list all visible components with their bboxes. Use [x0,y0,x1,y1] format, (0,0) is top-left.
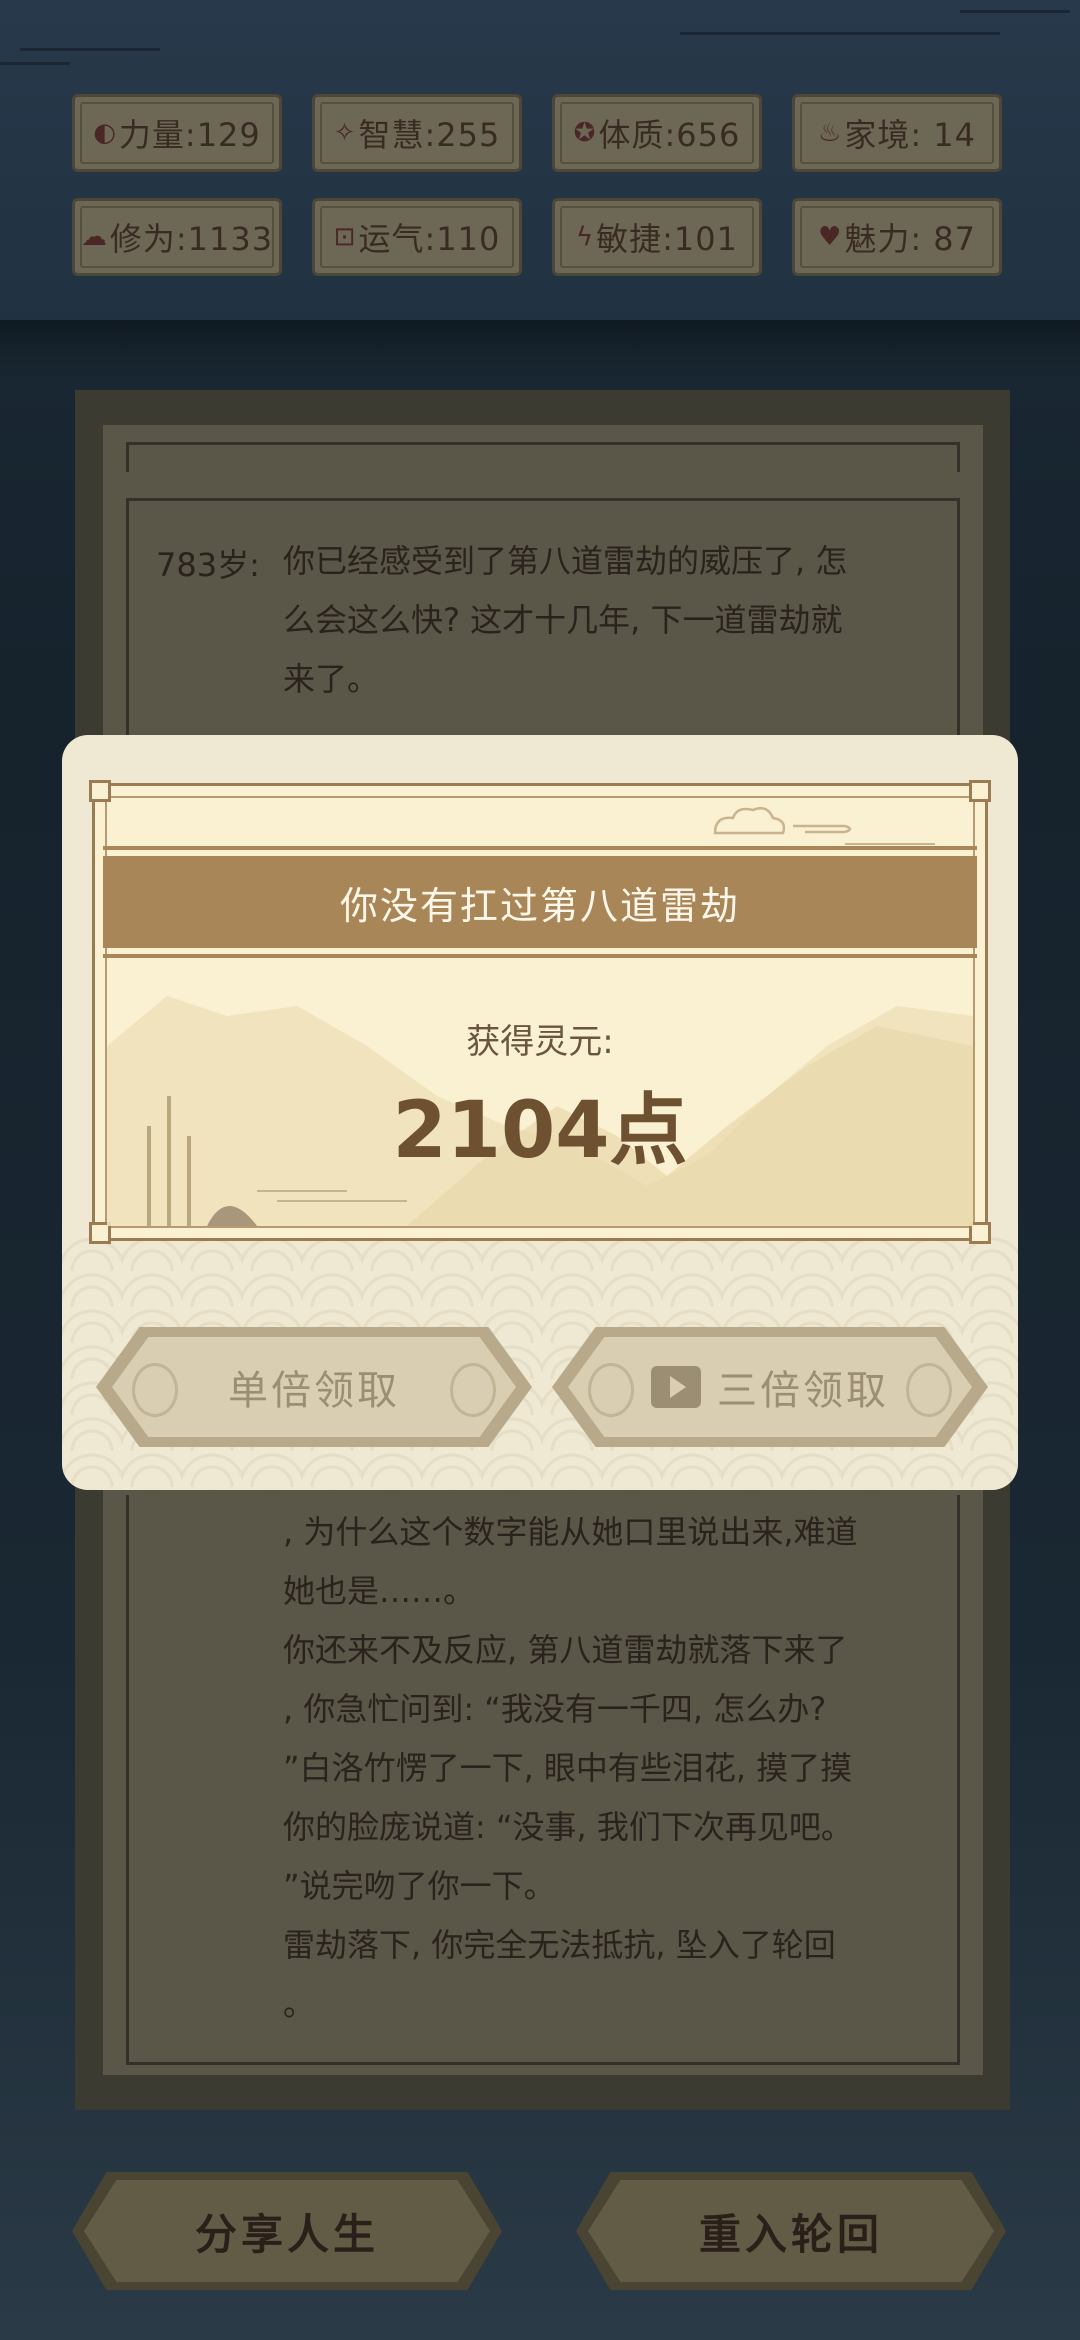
stat-charm-label: 魅力: 87 [844,220,976,258]
stat-wisdom-label: 智慧:255 [358,116,501,154]
frame-top [126,442,960,472]
corner-ornament [89,780,111,802]
story-line: , 你急忙问到: “我没有一千四, 怎么办? [283,1690,827,1728]
video-play-icon [651,1366,701,1408]
story-age: 783岁: [156,546,260,584]
share-life-button[interactable]: 分享人生 [72,2172,502,2290]
reward-value: 2104点 [392,1086,688,1176]
stat-agility: ϟ 敏捷:101 [552,198,762,276]
story-line: , 为什么这个数字能从她口里说出来,难道 [283,1513,858,1551]
stat-agility-label: 敏捷:101 [596,220,739,258]
corner-ornament [969,780,991,802]
single-claim-label: 单倍领取 [228,1368,400,1414]
reward-label: 获得灵元: [466,1022,614,1062]
dialog-title: 你没有扛过第八道雷劫 [103,846,977,958]
stat-strength: ◐ 力量:129 [72,94,282,172]
ink-divider [0,320,1080,380]
story-line: 来了。 [283,660,380,698]
stat-family-label: 家境: 14 [844,116,976,154]
story-line: 你已经感受到了第八道雷劫的威压了, 怎 [283,542,848,580]
stat-constitution-label: 体质:656 [598,116,741,154]
story-line: 她也是……。 [283,1572,476,1610]
single-claim-button[interactable]: 单倍领取 [96,1327,532,1447]
cultivation-icon: ☁ [80,222,108,252]
constitution-icon: ✪ [573,118,597,148]
charm-icon: ♥ [818,222,843,252]
strength-icon: ◐ [93,118,117,148]
stat-family: ♨ 家境: 14 [792,94,1002,172]
agility-icon: ϟ [575,222,595,252]
wisdom-icon: ✧ [333,118,357,148]
story-line: 。 [283,1985,316,2023]
cloud-ornament [713,807,935,845]
luck-icon: ⊡ [333,222,357,252]
stat-luck: ⊡ 运气:110 [312,198,522,276]
stat-cultivation-label: 修为:1133 [109,220,274,258]
decor-line [960,10,1070,13]
story-line: 你还来不及反应, 第八道雷劫就落下来了 [283,1631,848,1669]
decor-line [0,62,70,65]
result-card: 你没有扛过第八道雷劫 获得灵元: 2104点 [89,780,991,1244]
result-dialog: 你没有扛过第八道雷劫 获得灵元: 2104点 单倍领取 三倍领取 [62,735,1018,1490]
decor-line [680,32,1000,35]
stat-charm: ♥ 魅力: 87 [792,198,1002,276]
triple-claim-label: 三倍领取 [717,1368,889,1414]
stat-cultivation: ☁ 修为:1133 [72,198,282,276]
share-life-label: 分享人生 [194,2209,379,2259]
family-icon: ♨ [818,118,843,148]
stat-luck-label: 运气:110 [358,220,501,258]
reincarnate-button[interactable]: 重入轮回 [576,2172,1006,2290]
story-line: 雷劫落下, 你完全无法抵抗, 坠入了轮回 [283,1926,836,1964]
triple-claim-button[interactable]: 三倍领取 [552,1327,988,1447]
reincarnate-label: 重入轮回 [698,2209,883,2259]
stat-constitution: ✪ 体质:656 [552,94,762,172]
story-line: 么会这么快? 这才十几年, 下一道雷劫就 [283,601,843,639]
stat-strength-label: 力量:129 [118,116,261,154]
decor-line [20,48,160,51]
story-line: ”说完吻了你一下。 [283,1867,556,1905]
story-line: 你的脸庞说道: “没事, 我们下次再见吧。 [283,1808,853,1846]
story-line: ”白洛竹愣了一下, 眼中有些泪花, 摸了摸 [283,1749,853,1787]
stat-wisdom: ✧ 智慧:255 [312,94,522,172]
